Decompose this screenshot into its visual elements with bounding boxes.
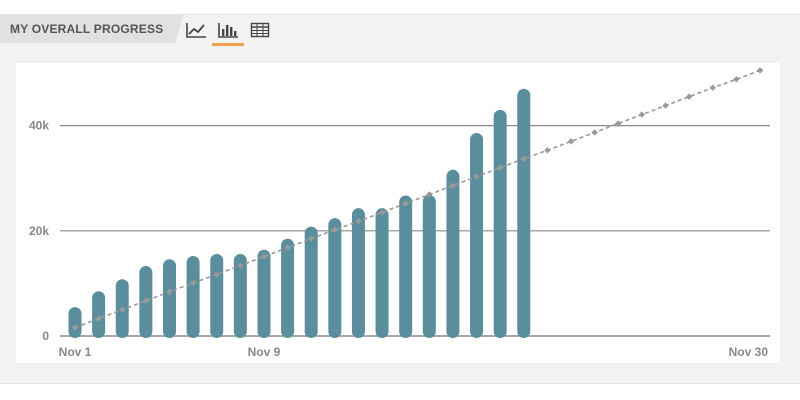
x-tick-label: Nov 9 [248,345,281,359]
progress-bar[interactable] [470,132,484,338]
progress-bar[interactable] [446,169,460,338]
chart-view-toolbar [184,17,272,46]
progress-bar-chart: 0 20k 40k Nov 1 Nov 9 Nov 30 [29,67,770,359]
bar-chart-view-button[interactable] [212,19,244,46]
y-tick-label: 0 [42,329,49,343]
target-point[interactable] [756,67,764,74]
progress-bar[interactable] [399,195,413,338]
table-view-button[interactable] [248,19,272,41]
y-tick-label: 20k [29,224,49,238]
progress-bar[interactable] [257,249,271,338]
y-tick-label: 40k [29,119,49,133]
target-point[interactable] [662,102,669,109]
target-point[interactable] [733,76,740,83]
target-point[interactable] [591,129,598,136]
progress-bar[interactable] [351,208,365,338]
progress-widget: MY OVERALL PROGRESS 0 20k 40k Nov 1 Nov … [0,14,800,384]
chart-panel: 0 20k 40k Nov 1 Nov 9 Nov 30 [16,63,780,363]
progress-bar[interactable] [304,226,318,338]
x-tick-label: Nov 1 [59,345,92,359]
target-point[interactable] [709,84,716,91]
progress-bar[interactable] [92,291,106,338]
progress-bar[interactable] [210,253,224,338]
target-trend-line [74,69,761,329]
progress-bar[interactable] [186,256,200,338]
progress-bar[interactable] [281,238,295,338]
line-chart-icon [186,23,206,38]
progress-bar[interactable] [162,259,176,338]
progress-bar[interactable] [517,88,531,338]
target-point[interactable] [685,93,693,100]
table-icon [250,22,270,38]
progress-bar[interactable] [68,307,82,338]
target-point[interactable] [638,111,646,118]
progress-bar[interactable] [375,208,389,338]
bar-chart-icon [218,23,238,38]
progress-bar[interactable] [328,218,342,338]
x-tick-label: Nov 30 [729,345,769,359]
target-point[interactable] [567,138,575,145]
widget-title: MY OVERALL PROGRESS [0,15,183,43]
line-chart-view-button[interactable] [184,19,208,41]
progress-bar[interactable] [493,109,507,338]
target-point[interactable] [544,147,551,154]
progress-bar[interactable] [422,195,436,338]
